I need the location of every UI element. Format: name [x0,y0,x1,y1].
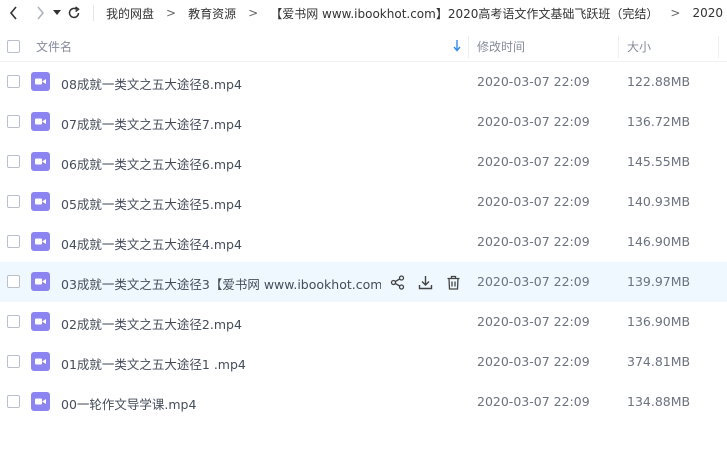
column-divider[interactable] [718,36,719,58]
trash-icon [447,275,459,290]
row-checkbox[interactable] [7,355,20,368]
file-row[interactable]: 04成就一类文之五大途径4.mp4 2020-03-07 22:09 146.9… [0,222,727,262]
chevron-left-icon [10,6,17,20]
refresh-button[interactable] [64,2,85,24]
chevron-right-icon [37,6,45,20]
video-file-icon [31,192,50,211]
back-button[interactable] [4,2,25,24]
file-row[interactable]: 05成就一类文之五大途径5.mp4 2020-03-07 22:09 140.9… [0,182,727,222]
file-size: 140.93MB [627,194,691,209]
file-size: 145.55MB [627,154,691,169]
video-file-icon [31,352,50,371]
file-modified-time: 2020-03-07 22:09 [477,194,590,209]
column-header-size[interactable]: 大小 [627,38,651,55]
column-divider[interactable] [618,36,619,58]
video-file-icon [31,392,50,411]
file-row[interactable]: 02成就一类文之五大途径2.mp4 2020-03-07 22:09 136.9… [0,302,727,342]
history-dropdown-button[interactable] [51,2,64,24]
video-file-icon [31,272,50,291]
breadcrumb-item-course[interactable]: 【爱书网 www.ibookhot.com】2020高考语文作文基础飞跃班（完结… [266,5,662,22]
file-modified-time: 2020-03-07 22:09 [477,74,590,89]
row-checkbox[interactable] [7,75,20,88]
file-name[interactable]: 07成就一类文之五大途径7.mp4 [61,114,242,133]
file-modified-time: 2020-03-07 22:09 [477,314,590,329]
file-list-header: 文件名 修改时间 大小 [0,32,727,62]
navigation-bar: 我的网盘 > 教育资源 > 【爱书网 www.ibookhot.com】2020… [0,0,727,26]
file-size: 134.88MB [627,394,691,409]
file-size: 139.97MB [627,274,691,289]
file-name[interactable]: 05成就一类文之五大途径5.mp4 [61,194,242,213]
column-divider[interactable] [468,36,469,58]
breadcrumb-item-root[interactable]: 我的网盘 [102,5,158,22]
row-checkbox[interactable] [7,195,20,208]
sort-arrow-down-icon[interactable] [453,40,461,52]
row-checkbox[interactable] [7,155,20,168]
breadcrumb-item-education[interactable]: 教育资源 [184,5,240,22]
breadcrumb-separator: > [670,6,681,20]
file-modified-time: 2020-03-07 22:09 [477,274,590,289]
column-header-time[interactable]: 修改时间 [477,38,525,55]
row-checkbox[interactable] [7,115,20,128]
video-file-icon [31,72,50,91]
file-row[interactable]: 06成就一类文之五大途径6.mp4 2020-03-07 22:09 145.5… [0,142,727,182]
file-row[interactable]: 01成就一类文之五大途径1 .mp4 2020-03-07 22:09 374.… [0,342,727,382]
breadcrumb-separator: > [248,6,259,20]
row-checkbox[interactable] [7,235,20,248]
file-size: 146.90MB [627,234,691,249]
share-icon [390,274,404,290]
file-name[interactable]: 00一轮作文导学课.mp4 [61,394,196,413]
download-button[interactable] [416,273,434,291]
row-actions [388,273,462,291]
video-file-icon [31,232,50,251]
file-modified-time: 2020-03-07 22:09 [477,354,590,369]
file-size: 374.81MB [627,354,691,369]
video-file-icon [31,312,50,331]
file-size: 136.72MB [627,114,691,129]
select-all-checkbox[interactable] [7,40,20,53]
file-name[interactable]: 04成就一类文之五大途径4.mp4 [61,234,242,253]
file-row[interactable]: 00一轮作文导学课.mp4 2020-03-07 22:09 134.88MB [0,382,727,422]
file-size: 122.88MB [627,74,691,89]
file-modified-time: 2020-03-07 22:09 [477,114,590,129]
refresh-icon [68,6,80,19]
download-icon [418,275,432,289]
file-list: 08成就一类文之五大途径8.mp4 2020-03-07 22:09 122.8… [0,62,727,422]
row-checkbox[interactable] [7,395,20,408]
share-button[interactable] [388,273,406,291]
file-modified-time: 2020-03-07 22:09 [477,394,590,409]
breadcrumb-item-current[interactable]: 2020 [688,6,727,20]
delete-button[interactable] [444,273,462,291]
file-name[interactable]: 02成就一类文之五大途径2.mp4 [61,314,242,333]
file-row[interactable]: 08成就一类文之五大途径8.mp4 2020-03-07 22:09 122.8… [0,62,727,102]
file-name[interactable]: 03成就一类文之五大途径3【爱书网 www.ibookhot.com... [61,274,381,293]
forward-button[interactable] [30,2,51,24]
video-file-icon [31,152,50,171]
file-name[interactable]: 06成就一类文之五大途径6.mp4 [61,154,242,173]
file-name[interactable]: 01成就一类文之五大途径1 .mp4 [61,354,246,373]
row-checkbox[interactable] [7,275,20,288]
file-row-hovered[interactable]: 03成就一类文之五大途径3【爱书网 www.ibookhot.com... 20… [0,262,727,302]
column-header-name[interactable]: 文件名 [36,38,72,55]
file-modified-time: 2020-03-07 22:09 [477,154,590,169]
caret-down-icon [53,10,62,15]
video-file-icon [31,112,50,131]
file-modified-time: 2020-03-07 22:09 [477,234,590,249]
file-size: 136.90MB [627,314,691,329]
breadcrumb-separator: > [166,6,177,20]
file-row[interactable]: 07成就一类文之五大途径7.mp4 2020-03-07 22:09 136.7… [0,102,727,142]
row-checkbox[interactable] [7,315,20,328]
file-name[interactable]: 08成就一类文之五大途径8.mp4 [61,74,242,93]
